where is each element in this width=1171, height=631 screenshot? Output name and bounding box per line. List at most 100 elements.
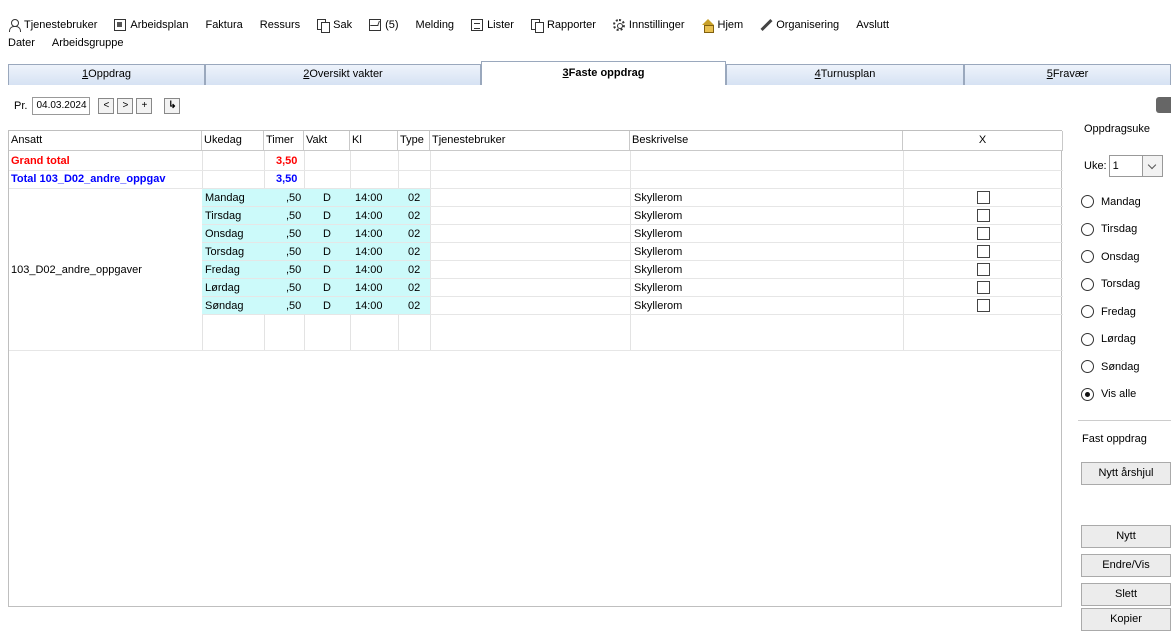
- description-cell: Skyllerom: [634, 300, 683, 312]
- tasks-grid: Ansatt Ukedag Timer Vakt Kl Type Tjenestebruke…: [8, 130, 1063, 607]
- shift-cell: D: [323, 228, 331, 240]
- type-cell: 02: [408, 246, 421, 258]
- menu-item-innstillinger[interactable]: Innstillinger: [612, 19, 685, 31]
- tab-oppdrag[interactable]: 1Oppdrag: [8, 64, 205, 85]
- weekday-cell: Fredag: [205, 264, 240, 276]
- column-header-x[interactable]: X: [903, 131, 1063, 151]
- prev-button[interactable]: <: [98, 98, 115, 114]
- menu-item-label: Lister: [487, 19, 514, 31]
- radio-tirsdag[interactable]: Tirsdag: [1081, 222, 1138, 236]
- radio-circle[interactable]: [1081, 222, 1094, 236]
- column-header-type[interactable]: Type: [398, 131, 430, 151]
- column-header-kl[interactable]: Kl: [350, 131, 398, 151]
- kopier-button[interactable]: Kopier: [1081, 608, 1171, 631]
- nytt-button[interactable]: Nytt: [1081, 525, 1171, 548]
- description-cell: Skyllerom: [634, 228, 683, 240]
- menu-item-organisering[interactable]: Organisering: [760, 19, 839, 31]
- gear-icon: [612, 19, 625, 31]
- menu-item-label: Organisering: [776, 19, 840, 31]
- tab-faste-oppdrag[interactable]: 3Faste oppdrag: [481, 61, 726, 85]
- menu-item-label: Faktura: [205, 19, 243, 31]
- uke-select[interactable]: 1: [1108, 155, 1143, 177]
- radio-circle[interactable]: [1081, 387, 1094, 401]
- menu-item-rapporter[interactable]: Rapporter: [530, 19, 596, 33]
- radio-vis-alle[interactable]: Vis alle: [1081, 387, 1136, 401]
- menu-item-sak[interactable]: Sak: [317, 19, 352, 33]
- jump-button[interactable]: ↳: [164, 98, 181, 114]
- radio-mandag[interactable]: Mandag: [1081, 195, 1141, 208]
- printer-icon[interactable]: [1156, 97, 1171, 113]
- slett-button[interactable]: Slett: [1081, 583, 1171, 606]
- mail-icon: [369, 19, 382, 31]
- menu-item-arbeidsplan[interactable]: Arbeidsplan: [114, 19, 188, 31]
- add-button[interactable]: +: [136, 98, 153, 114]
- menu-row-secondary: Dater Arbeidsgruppe: [8, 34, 140, 52]
- radio-label: Fredag: [1101, 305, 1136, 318]
- radio-circle[interactable]: [1081, 277, 1094, 291]
- column-header-ukedag[interactable]: Ukedag: [202, 131, 264, 151]
- menu-item-ressurs[interactable]: Ressurs: [260, 19, 300, 31]
- tab-fravaer[interactable]: 5Fravær: [964, 64, 1171, 85]
- uke-label: Uke:: [1084, 160, 1107, 172]
- radio-label: Torsdag: [1101, 278, 1141, 290]
- menu-item-faktura[interactable]: Faktura: [205, 19, 242, 31]
- column-header-timer[interactable]: Timer: [264, 131, 304, 151]
- chevron-down-icon[interactable]: [1142, 155, 1163, 177]
- menu-item-arbeidsgruppe[interactable]: Arbeidsgruppe: [52, 37, 124, 49]
- column-header-beskrivelse[interactable]: Beskrivelse: [630, 131, 903, 151]
- menu-item-hjem[interactable]: Hjem: [701, 19, 743, 33]
- row-checkbox[interactable]: [977, 281, 990, 294]
- weekday-cell: Onsdag: [205, 228, 244, 240]
- menu-item-label: Avslutt: [856, 19, 889, 31]
- menu-item-lister[interactable]: Lister: [471, 19, 514, 31]
- grand-total-value: 3,50: [276, 155, 298, 167]
- grid-line: [430, 151, 431, 351]
- shift-cell: D: [323, 282, 331, 294]
- menu-item-avslutt[interactable]: Avslutt: [856, 19, 889, 31]
- radio-circle[interactable]: [1081, 250, 1094, 263]
- radio-circle[interactable]: [1081, 195, 1094, 208]
- tab-turnusplan[interactable]: 4Turnusplan: [726, 64, 964, 85]
- radio-label: Tirsdag: [1101, 223, 1138, 235]
- description-cell: Skyllerom: [634, 246, 683, 258]
- row-checkbox[interactable]: [977, 227, 990, 240]
- radio-fredag[interactable]: Fredag: [1081, 305, 1136, 318]
- column-header-ansatt[interactable]: Ansatt: [9, 131, 202, 151]
- tab-oversikt-vakter[interactable]: 2Oversikt vakter: [205, 64, 481, 85]
- radio-circle[interactable]: [1081, 305, 1094, 318]
- hours-cell: ,50: [286, 264, 302, 276]
- menu-item-tjenestebruker[interactable]: Tjenestebruker: [8, 19, 98, 32]
- weekday-cell: Lørdag: [205, 282, 240, 294]
- column-header-vakt[interactable]: Vakt: [304, 131, 350, 151]
- grand-total-label: Grand total: [11, 155, 70, 167]
- shift-cell: D: [323, 264, 331, 276]
- hours-cell: ,50: [286, 246, 302, 258]
- row-checkbox[interactable]: [977, 209, 990, 222]
- endre-vis-button[interactable]: Endre/Vis: [1081, 554, 1171, 577]
- radio-circle[interactable]: [1081, 360, 1094, 373]
- next-button[interactable]: >: [117, 98, 134, 114]
- menu-item-melding[interactable]: Melding: [416, 19, 455, 31]
- radio-torsdag[interactable]: Torsdag: [1081, 277, 1141, 291]
- plan-icon: [114, 19, 127, 31]
- type-cell: 02: [408, 192, 421, 204]
- radio-circle[interactable]: [1081, 332, 1094, 346]
- grid-line: [202, 314, 1063, 315]
- row-checkbox[interactable]: [977, 263, 990, 276]
- date-input[interactable]: 04.03.2024: [32, 97, 91, 115]
- row-checkbox[interactable]: [977, 245, 990, 258]
- radio-lordag[interactable]: Lørdag: [1081, 332, 1136, 346]
- weekday-cell: Tirsdag: [205, 210, 242, 222]
- column-header-tjenestebruker[interactable]: Tjenestebruker: [430, 131, 630, 151]
- menu-row-main: Tjenestebruker Arbeidsplan Faktura Ressurs S…: [8, 16, 906, 34]
- type-cell: 02: [408, 210, 421, 222]
- radio-sondag[interactable]: Søndag: [1081, 360, 1140, 373]
- row-checkbox[interactable]: [977, 191, 990, 204]
- row-checkbox[interactable]: [977, 299, 990, 312]
- menu-item-5[interactable]: (5): [369, 19, 399, 31]
- radio-onsdag[interactable]: Onsdag: [1081, 250, 1140, 263]
- nytt-arshjul-button[interactable]: Nytt årshjul: [1081, 462, 1171, 485]
- description-cell: Skyllerom: [634, 282, 683, 294]
- menu-item-label: Tjenestebruker: [24, 19, 98, 31]
- menu-item-dater[interactable]: Dater: [8, 37, 35, 49]
